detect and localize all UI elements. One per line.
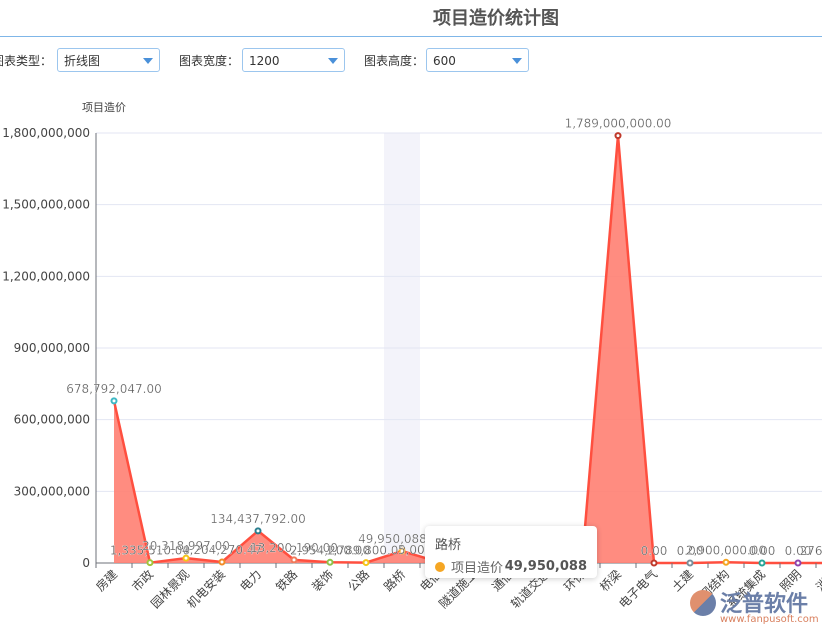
area-chart: 0 300,000,000 600,000,000 900,000,000 1,200,… [2, 100, 822, 612]
x-tick-label: 市政 [129, 567, 157, 595]
logo-mark-icon [690, 590, 716, 616]
y-tick-label: 1,500,000,000 [2, 198, 90, 212]
data-point [146, 559, 154, 567]
x-tick-label: 装饰 [309, 567, 336, 594]
logo-url: www.fanpusoft.com [720, 614, 819, 625]
series-line [112, 134, 822, 565]
x-tick-label: 电力 [237, 567, 264, 594]
data-point [254, 527, 262, 535]
x-tick-label: 桥梁 [597, 567, 625, 595]
data-point [722, 558, 730, 566]
data-point [362, 559, 370, 567]
series-area [114, 135, 822, 563]
data-label: 678,792,047.00 [66, 382, 161, 396]
x-tick-label: 公路 [345, 567, 373, 595]
x-tick-label: 消防 [813, 567, 822, 595]
series-dot-icon [435, 561, 445, 572]
data-point [290, 556, 298, 564]
data-label: 134,437,792.00 [210, 512, 305, 526]
x-tick-label: 铁路 [273, 567, 301, 595]
tooltip-category: 路桥 [435, 538, 462, 553]
data-label: 0.00 [749, 544, 776, 558]
y-tick-label: 300,000,000 [14, 484, 90, 498]
data-label: 276,000.00 [800, 544, 822, 558]
data-point [650, 559, 658, 567]
tooltip-series: 项目造价 [451, 561, 504, 576]
data-label: 0.00 [641, 544, 668, 558]
y-tick-label: 0 [82, 556, 90, 570]
y-tick-label: 1,200,000,000 [2, 269, 90, 283]
chart-tooltip: 路桥 项目造价 49,950,088 [425, 526, 597, 578]
x-tick-label: 房建 [93, 567, 121, 595]
tooltip-value: 49,950,088 [504, 559, 587, 574]
y-axis-title: 项目造价 [82, 100, 126, 114]
x-tick-label: 机电安装 [184, 567, 229, 612]
x-tick-label: 路桥 [381, 567, 409, 595]
data-point [614, 132, 622, 140]
x-tick-label: 电子电气 [616, 567, 661, 612]
data-point [686, 559, 694, 567]
y-tick-label: 900,000,000 [14, 341, 90, 355]
x-tick-label: 园林景观 [148, 567, 192, 611]
data-point [110, 397, 118, 405]
data-point [758, 559, 766, 567]
x-tick-label: 土建 [669, 567, 696, 594]
data-point [326, 558, 334, 566]
data-point [218, 558, 226, 566]
y-tick-label: 1,800,000,000 [2, 126, 90, 140]
data-point [794, 559, 802, 567]
y-tick-label: 600,000,000 [14, 413, 90, 427]
data-label: 1,789,000,000.00 [565, 117, 672, 131]
